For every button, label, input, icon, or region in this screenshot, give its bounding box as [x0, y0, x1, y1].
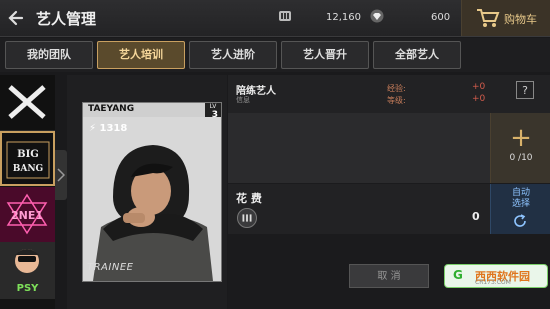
plus-icon: +: [510, 123, 532, 153]
card-header: TAEYANG: [83, 103, 221, 117]
add-trainer-button[interactable]: + 0 /10: [490, 113, 550, 183]
auto-select-label: 自动 选择: [511, 188, 530, 209]
power-arrow-icon: ⚡: [89, 123, 97, 134]
tab-my-team[interactable]: 我的团队: [5, 41, 93, 69]
svg-text:2NE1: 2NE1: [11, 209, 43, 222]
watermark-domain: CR173.COM: [475, 279, 511, 286]
artist-card[interactable]: TAEYANG LV 3 ⚡ 1318 TRAINEE: [82, 102, 222, 282]
page-title: 艺人管理: [36, 10, 97, 28]
level-value: +0: [472, 94, 486, 104]
strip-collapse-handle[interactable]: [55, 150, 67, 200]
psy-label: PSY: [16, 283, 39, 294]
watermark-banner: G 西西软件园 CR173.COM: [444, 264, 548, 288]
chevron-right-icon: [57, 168, 65, 182]
card-power-value: 1318: [99, 123, 128, 134]
cost-row: [228, 184, 490, 234]
slot-count: 0 /10: [509, 153, 533, 163]
trainer-sub-label: 信息: [236, 96, 250, 104]
svg-text:BANG: BANG: [13, 164, 44, 174]
artist-2ne1[interactable]: 2NE1: [0, 187, 55, 243]
card-level-label: LV: [209, 103, 217, 110]
cancel-button[interactable]: 取 消: [349, 264, 429, 288]
currency-chip-icon: [279, 11, 291, 21]
card-grade-badge: TRAINEE: [87, 262, 134, 273]
psy-portrait-icon: [15, 249, 39, 273]
currency-chip-icon: [237, 208, 257, 228]
exp-value: +0: [472, 82, 486, 92]
shopping-cart-button[interactable]: 购物车: [461, 0, 550, 36]
watermark-logo: G: [453, 268, 463, 282]
artist-portrait-image: [83, 117, 221, 281]
artist-psy[interactable]: PSY: [0, 243, 55, 299]
refresh-icon: [514, 214, 526, 227]
2ne1-logo-icon: 2NE1: [6, 193, 48, 235]
diamond-value: 600: [431, 12, 451, 23]
artist-bigbang[interactable]: BIG BANG: [0, 131, 55, 186]
tab-artist-training[interactable]: 艺人培训: [97, 41, 185, 69]
svg-text:BIG: BIG: [17, 149, 39, 160]
tab-all-artists[interactable]: 全部艺人: [373, 41, 461, 69]
tab-artist-advance[interactable]: 艺人进阶: [189, 41, 277, 69]
diamond-icon: [370, 9, 384, 23]
artist-strip: BIG BANG 2NE1 PSY: [0, 75, 55, 309]
currency1-value: 12,160: [326, 12, 361, 23]
trainer-slot-area[interactable]: [228, 113, 490, 183]
auto-select-button[interactable]: 自动 选择: [490, 184, 550, 234]
tab-artist-promotion[interactable]: 艺人晋升: [281, 41, 369, 69]
artist-yg[interactable]: [0, 75, 55, 131]
help-button[interactable]: ?: [516, 81, 534, 99]
level-label: 等级:: [387, 96, 406, 105]
tab-bar: 我的团队 艺人培训 艺人进阶 艺人晋升 全部艺人: [0, 38, 550, 72]
back-arrow-icon[interactable]: [6, 7, 28, 29]
exp-label: 经验:: [387, 84, 406, 93]
cart-icon: [477, 9, 500, 27]
bigbang-logo-icon: BIG BANG: [6, 141, 50, 179]
yg-logo-icon: [8, 85, 46, 119]
card-power-row: ⚡ 1318: [89, 123, 127, 134]
top-bar: 艺人管理 12,160 600 购物车: [0, 0, 550, 37]
cost-label: 花 费: [236, 192, 262, 205]
card-artist-name: TAEYANG: [88, 104, 135, 114]
cost-value: 0: [472, 210, 480, 223]
cart-label: 购物车: [504, 13, 537, 26]
